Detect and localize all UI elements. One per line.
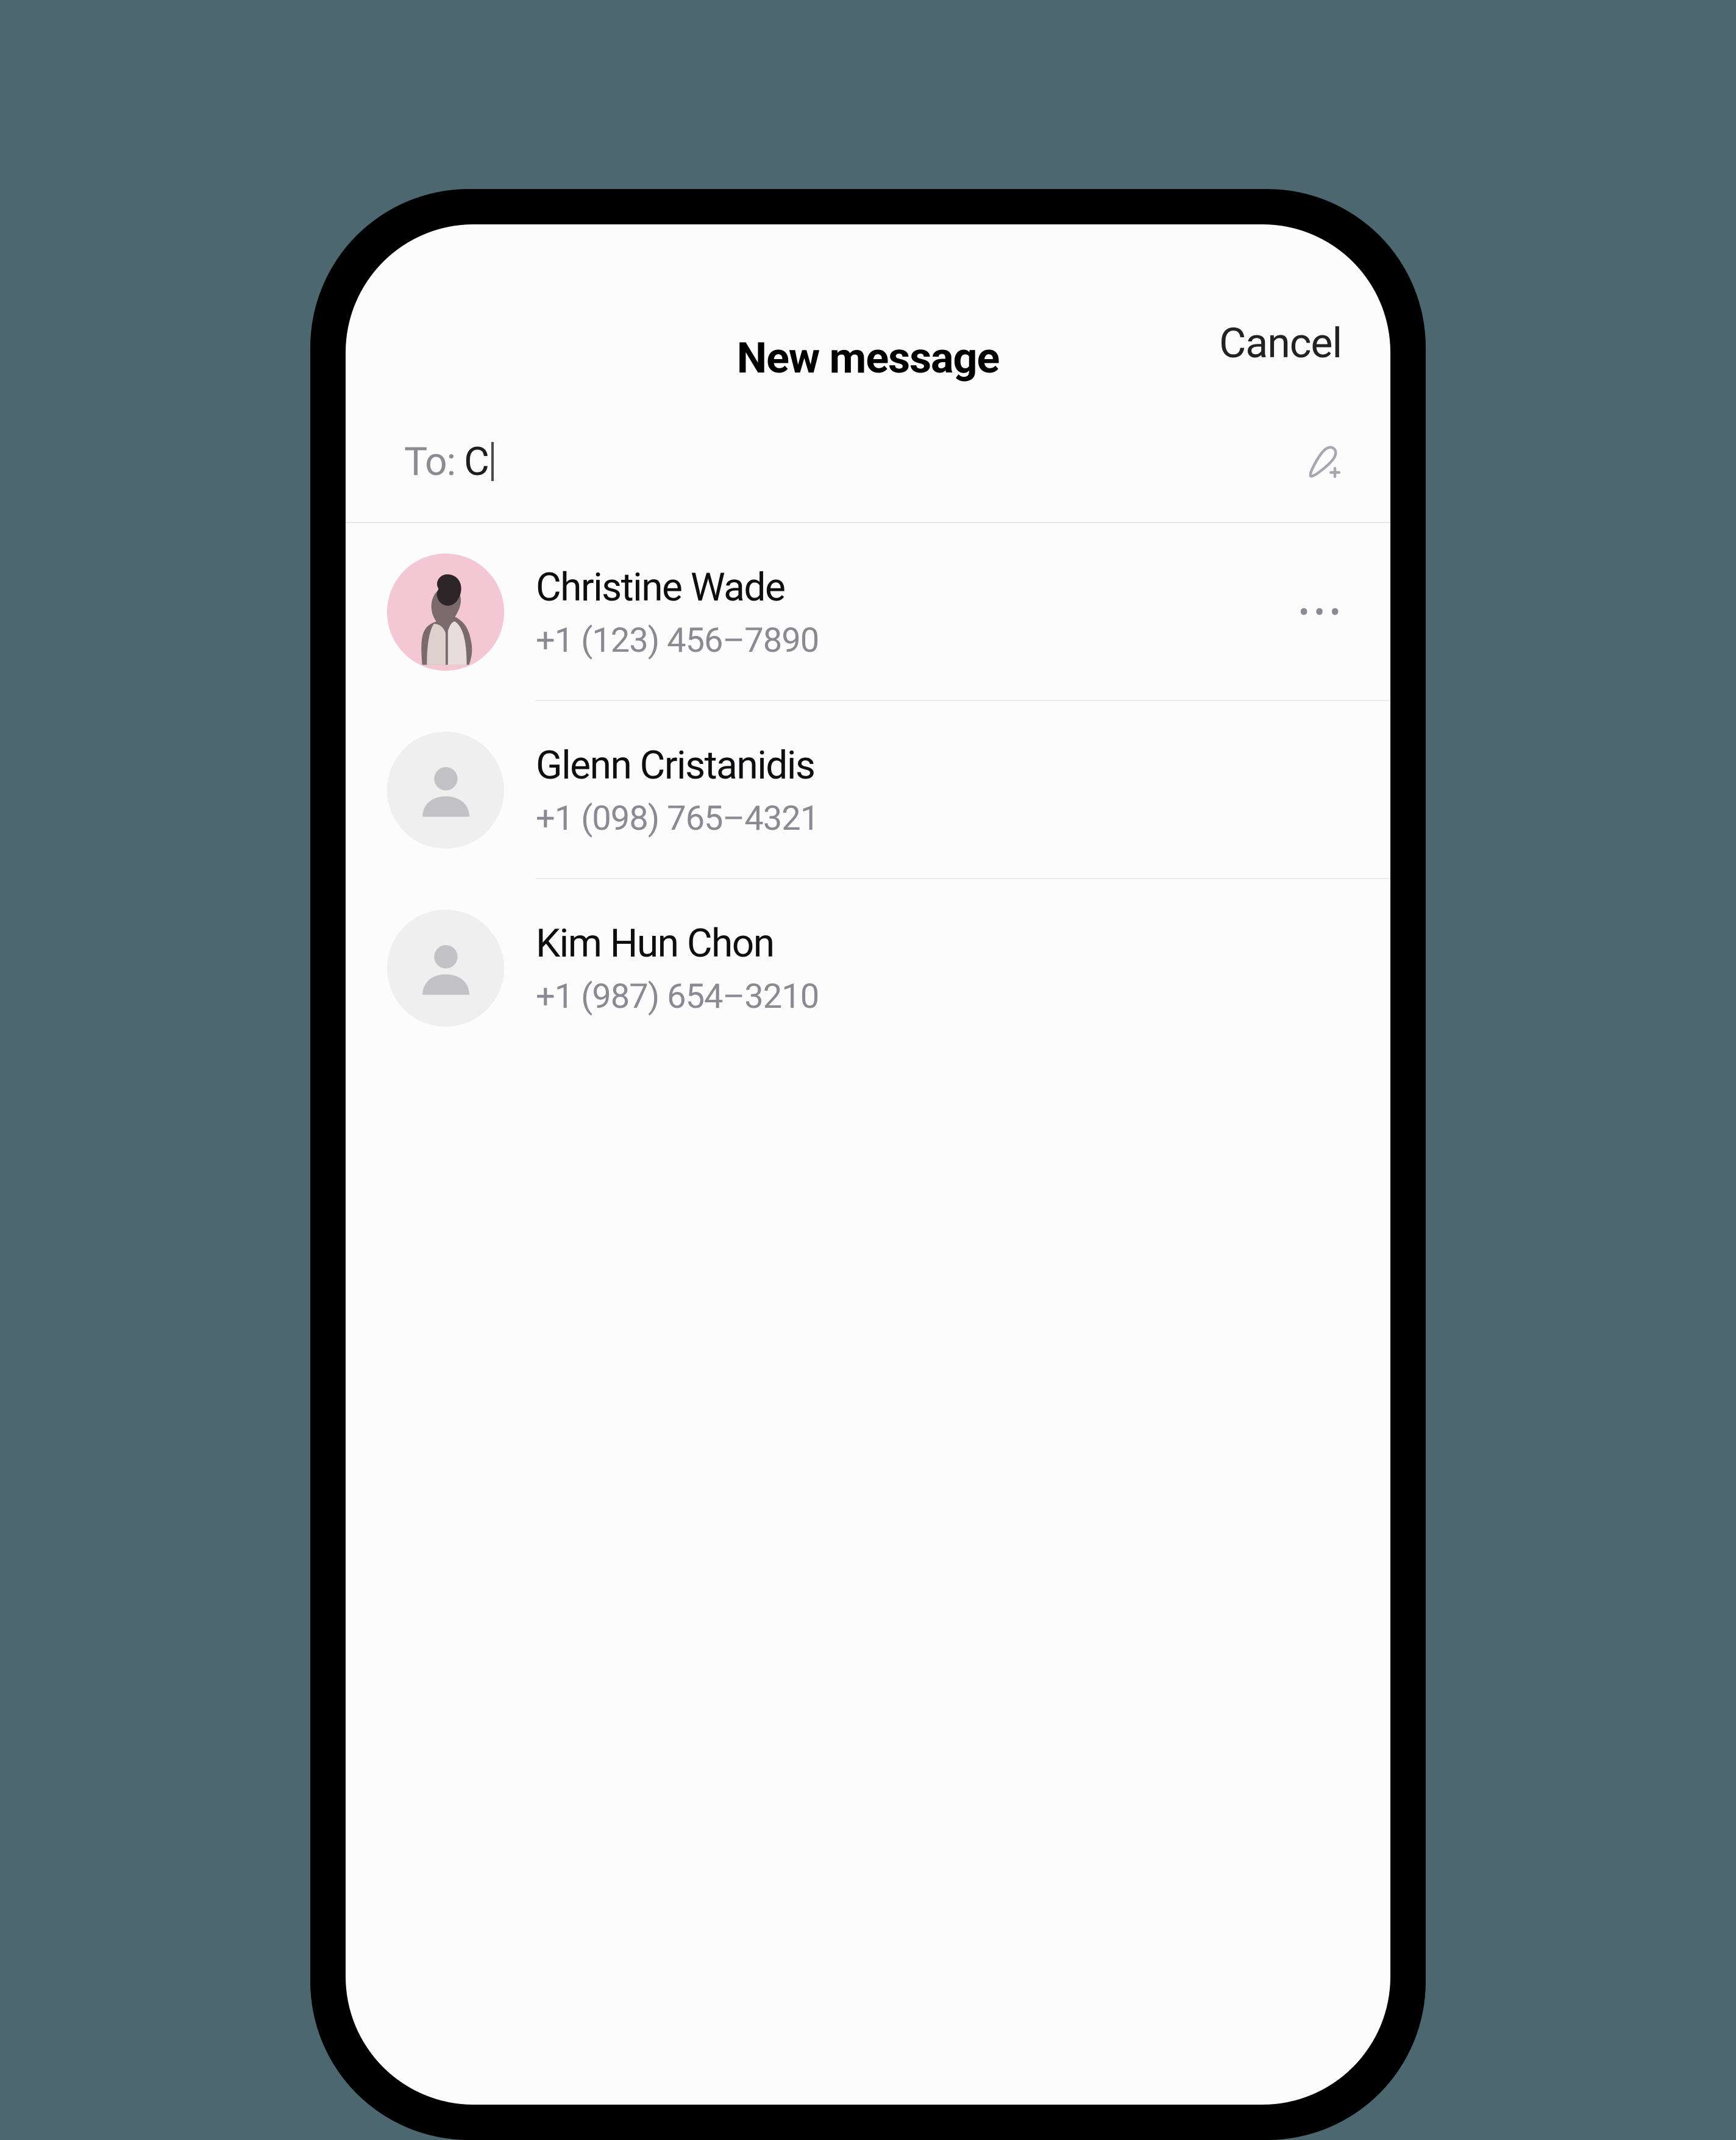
contact-name: Kim Hun Chon bbox=[536, 921, 1351, 966]
recipient-input[interactable]: C bbox=[464, 439, 1301, 485]
contact-row[interactable]: Christine Wade +1 (123) 456–7890 ••• bbox=[387, 523, 1390, 701]
contact-name: Christine Wade bbox=[536, 565, 1298, 610]
contact-suggestions-list: Christine Wade +1 (123) 456–7890 ••• Gle… bbox=[346, 523, 1390, 1057]
avatar bbox=[387, 910, 504, 1027]
more-options-icon[interactable]: ••• bbox=[1298, 594, 1351, 631]
contact-phone: +1 (123) 456–7890 bbox=[536, 620, 1298, 660]
page-title: New message bbox=[737, 333, 1000, 383]
avatar bbox=[387, 732, 504, 849]
contact-info: Kim Hun Chon +1 (987) 654–3210 bbox=[504, 921, 1351, 1016]
contact-phone: +1 (098) 765–4321 bbox=[536, 798, 1351, 838]
contact-info: Christine Wade +1 (123) 456–7890 bbox=[504, 565, 1298, 660]
contact-row[interactable]: Glenn Cristanidis +1 (098) 765–4321 bbox=[387, 701, 1390, 879]
add-contact-icon[interactable] bbox=[1301, 441, 1342, 482]
phone-screen: New message Cancel To: C bbox=[346, 224, 1390, 2105]
cancel-button[interactable]: Cancel bbox=[1219, 319, 1342, 368]
phone-frame: New message Cancel To: C bbox=[310, 189, 1426, 2140]
avatar bbox=[387, 554, 504, 671]
contact-phone: +1 (987) 654–3210 bbox=[536, 976, 1351, 1016]
to-label: To: bbox=[404, 439, 455, 485]
text-cursor bbox=[491, 442, 494, 481]
recipient-field[interactable]: To: C bbox=[346, 401, 1390, 523]
header-bar: New message Cancel bbox=[346, 224, 1390, 401]
contact-name: Glenn Cristanidis bbox=[536, 743, 1351, 788]
recipient-input-text: C bbox=[464, 439, 489, 485]
contact-info: Glenn Cristanidis +1 (098) 765–4321 bbox=[504, 743, 1351, 838]
contact-row[interactable]: Kim Hun Chon +1 (987) 654–3210 bbox=[387, 879, 1390, 1057]
